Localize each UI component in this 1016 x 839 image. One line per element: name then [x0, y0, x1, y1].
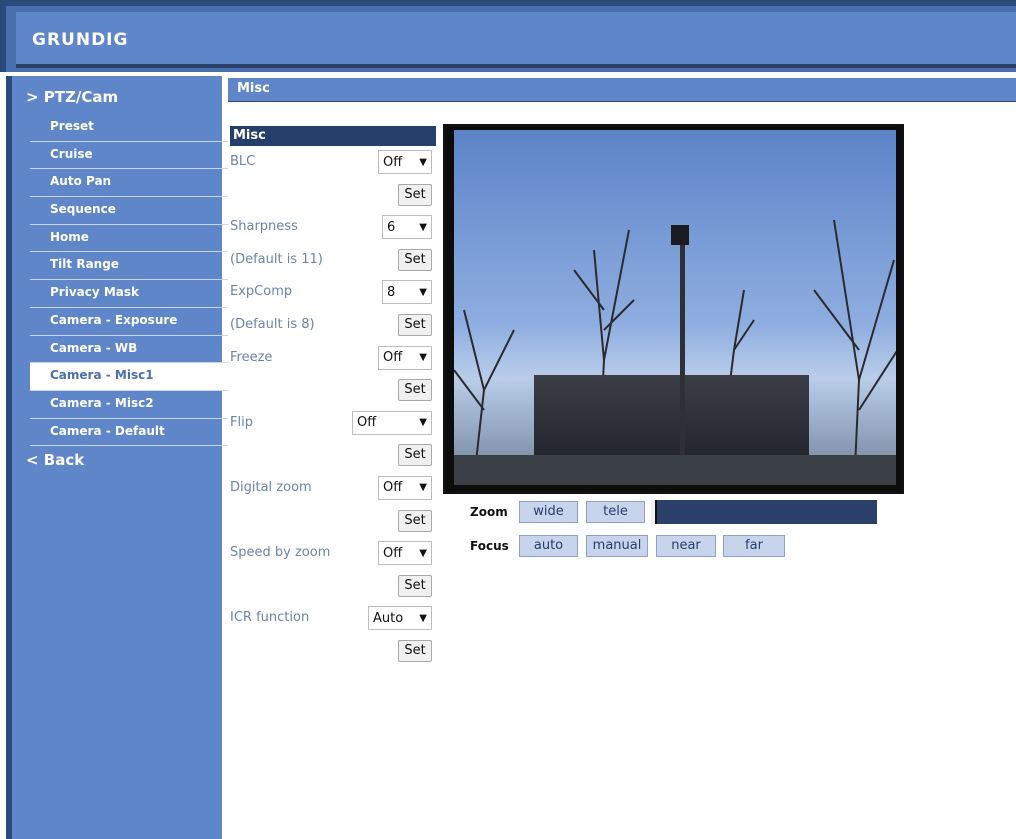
zoom-label: Zoom: [470, 505, 508, 519]
chevron-down-icon: ▼: [419, 417, 427, 429]
sidebar-item-camera-misc2[interactable]: Camera - Misc2: [30, 391, 228, 419]
sidebar-item-preset[interactable]: Preset: [30, 114, 228, 142]
grundig-logo: GRUNDIG: [32, 30, 129, 50]
setting-row-freeze-set: Set: [230, 374, 436, 407]
setting-label-digital-zoom: Digital zoom: [230, 479, 312, 495]
setting-label-blc: BLC: [230, 154, 256, 169]
setting-row-freeze: Freeze Off ▼: [230, 342, 436, 375]
speed-by-zoom-set-button[interactable]: Set: [398, 574, 432, 597]
expcomp-select[interactable]: 8 ▼: [382, 280, 432, 305]
freeze-set-button[interactable]: Set: [398, 379, 432, 402]
sidebar-item-privacy-mask[interactable]: Privacy Mask: [30, 280, 228, 308]
panel-header: Misc: [230, 126, 436, 146]
sidebar-item-camera-wb[interactable]: Camera - WB: [30, 336, 228, 364]
flip-select-value: Off: [357, 415, 377, 431]
sidebar-item-sequence[interactable]: Sequence: [30, 197, 228, 225]
chevron-down-icon: ▼: [419, 482, 427, 494]
setting-label-icr-function: ICR function: [230, 610, 310, 626]
setting-row-digital-zoom-set: Set: [230, 505, 436, 538]
focus-near-button[interactable]: near: [656, 535, 716, 557]
video-lamp-head: [671, 225, 689, 245]
camera-image: [454, 130, 896, 485]
setting-row-sharpness-set: (Default is 11) Set: [230, 244, 436, 277]
sharpness-default-note: (Default is 11): [230, 251, 323, 267]
main-title-bar: Misc: [228, 78, 1016, 102]
chevron-down-icon: ▼: [419, 286, 427, 298]
expcomp-default-note: (Default is 8): [230, 316, 315, 332]
sidebar-item-camera-exposure[interactable]: Camera - Exposure: [30, 308, 228, 336]
setting-row-sharpness: Sharpness 6 ▼: [230, 211, 436, 244]
sidebar-item-auto-pan[interactable]: Auto Pan: [30, 169, 228, 198]
speed-by-zoom-select[interactable]: Off ▼: [378, 541, 432, 566]
focus-manual-button[interactable]: manual: [586, 535, 648, 557]
setting-label-sharpness: Sharpness: [230, 219, 298, 235]
chevron-down-icon: ▼: [419, 547, 427, 559]
zoom-level-marker: [655, 500, 657, 524]
sidebar-item-tilt-range[interactable]: Tilt Range: [30, 252, 228, 281]
setting-row-flip-set: Set: [230, 439, 436, 472]
sharpness-select-value: 6: [387, 219, 396, 235]
setting-row-digital-zoom: Digital zoom Off ▼: [230, 472, 436, 505]
setting-row-flip: Flip Off ▼: [230, 407, 436, 440]
zoom-wide-button[interactable]: wide: [519, 501, 578, 523]
icr-function-set-button[interactable]: Set: [398, 639, 432, 662]
video-ground: [454, 455, 896, 485]
chevron-down-icon: ▼: [419, 352, 427, 364]
setting-label-speed-by-zoom: Speed by zoom: [230, 545, 331, 561]
zoom-level-bar[interactable]: [651, 500, 877, 524]
zoom-tele-button[interactable]: tele: [586, 501, 645, 523]
header-bar: GRUNDIG: [0, 0, 1016, 72]
setting-label-freeze: Freeze: [230, 349, 273, 365]
expcomp-select-value: 8: [387, 284, 396, 300]
setting-label-flip: Flip: [230, 414, 253, 430]
chevron-down-icon: ▼: [419, 156, 427, 168]
sidebar-item-camera-default[interactable]: Camera - Default: [30, 419, 228, 447]
icr-function-select[interactable]: Auto ▼: [368, 606, 432, 631]
sidebar-section-ptz-cam[interactable]: > PTZ/Cam: [26, 88, 118, 106]
sharpness-set-button[interactable]: Set: [398, 248, 432, 271]
setting-row-expcomp: ExpComp 8 ▼: [230, 276, 436, 309]
page-title: Misc: [237, 81, 270, 96]
freeze-select[interactable]: Off ▼: [378, 345, 432, 370]
back-link[interactable]: < Back: [26, 451, 84, 469]
chevron-down-icon: ▼: [419, 221, 427, 233]
sidebar-item-cruise[interactable]: Cruise: [30, 142, 228, 170]
icr-function-select-value: Auto: [373, 610, 404, 626]
blc-select-value: Off: [383, 154, 403, 170]
flip-set-button[interactable]: Set: [398, 444, 432, 467]
setting-label-expcomp: ExpComp: [230, 284, 293, 300]
setting-row-speed-by-zoom-set: Set: [230, 570, 436, 603]
blc-set-button[interactable]: Set: [398, 183, 432, 206]
digital-zoom-set-button[interactable]: Set: [398, 509, 432, 532]
sharpness-select[interactable]: 6 ▼: [382, 215, 432, 240]
focus-auto-button[interactable]: auto: [519, 535, 578, 557]
setting-row-icr-function: ICR function Auto ▼: [230, 602, 436, 635]
video-lamp-pole: [680, 230, 685, 485]
setting-row-blc: BLC Off ▼: [230, 146, 436, 179]
misc-settings-panel: Misc BLC Off ▼ Set Sharpness 6 ▼ (Defaul…: [230, 126, 436, 668]
digital-zoom-select-value: Off: [383, 480, 403, 496]
flip-select[interactable]: Off ▼: [352, 410, 432, 435]
sidebar: > PTZ/Cam Preset Cruise Auto Pan Sequenc…: [6, 76, 228, 839]
header-inner: [16, 12, 1016, 68]
speed-by-zoom-select-value: Off: [383, 545, 403, 561]
focus-label: Focus: [470, 539, 509, 553]
sidebar-item-home[interactable]: Home: [30, 225, 228, 253]
setting-row-icr-function-set: Set: [230, 635, 436, 668]
digital-zoom-select[interactable]: Off ▼: [378, 475, 432, 500]
sidebar-menu: Preset Cruise Auto Pan Sequence Home Til…: [30, 114, 228, 447]
camera-live-view[interactable]: [443, 124, 904, 494]
app-window: GRUNDIG > PTZ/Cam Preset Cruise Auto Pan…: [0, 0, 1016, 839]
sidebar-item-camera-misc1[interactable]: Camera - Misc1: [30, 363, 228, 391]
chevron-down-icon: ▼: [419, 612, 427, 624]
setting-row-blc-set: Set: [230, 179, 436, 212]
blc-select[interactable]: Off ▼: [378, 150, 432, 174]
focus-far-button[interactable]: far: [723, 535, 785, 557]
expcomp-set-button[interactable]: Set: [398, 313, 432, 336]
freeze-select-value: Off: [383, 350, 403, 366]
setting-row-expcomp-set: (Default is 8) Set: [230, 309, 436, 342]
setting-row-speed-by-zoom: Speed by zoom Off ▼: [230, 537, 436, 570]
